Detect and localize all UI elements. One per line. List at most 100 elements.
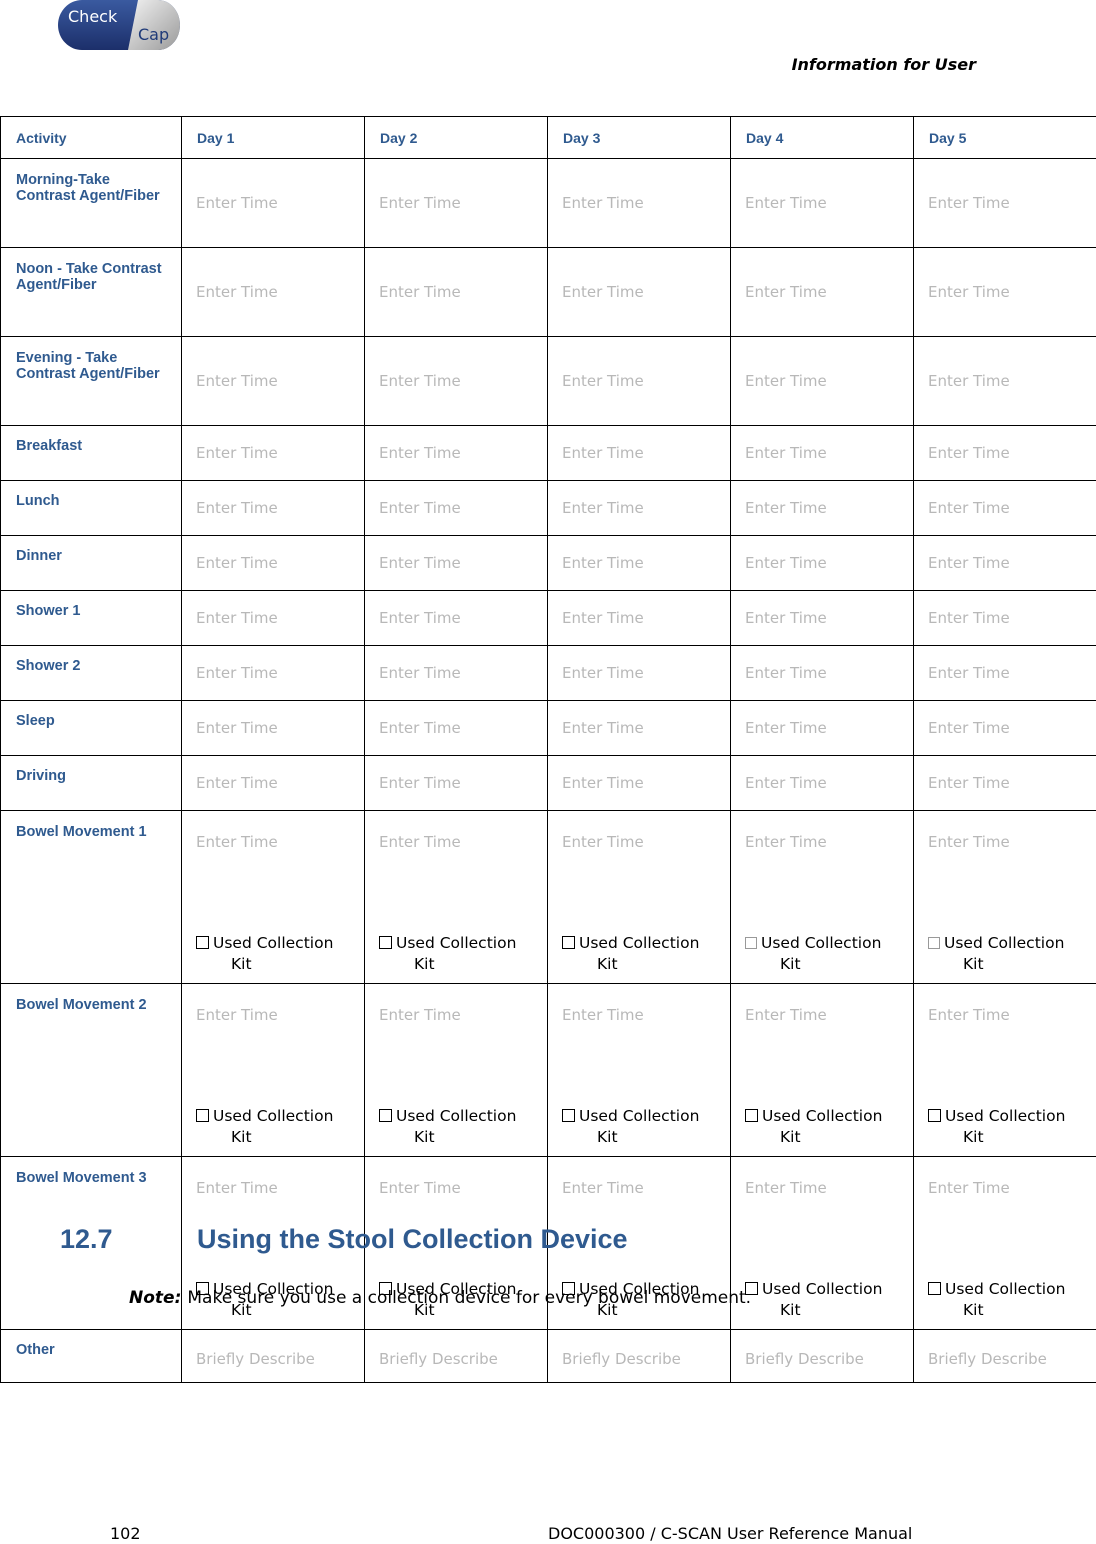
used-collection-kit-checkbox[interactable]: Used Collection Kit (745, 933, 881, 975)
time-field-day-5[interactable]: Enter Time Used Collection Kit (913, 810, 1096, 984)
checkbox-icon[interactable] (928, 937, 940, 949)
used-collection-kit-checkbox[interactable]: Used Collection Kit (196, 933, 333, 975)
time-field-day-2[interactable]: Enter Time (364, 158, 548, 248)
table-row: Morning-Take Contrast Agent/Fiber Enter T… (0, 158, 1096, 248)
used-collection-kit-checkbox[interactable]: Used Collection Kit (928, 933, 1064, 975)
time-field-day-4[interactable]: Enter Time Used Collection Kit (730, 1156, 914, 1330)
checkbox-icon[interactable] (196, 1109, 209, 1122)
table-row: Noon - Take Contrast Agent/Fiber Enter Ti… (0, 247, 1096, 337)
time-field-day-1[interactable]: Enter Time (181, 158, 365, 248)
time-field-day-1[interactable]: Enter Time (181, 535, 365, 591)
time-field-day-4[interactable]: Enter Time Used Collection Kit (730, 810, 914, 984)
used-collection-kit-checkbox[interactable]: Used Collection Kit (928, 1106, 1065, 1148)
time-field-day-5[interactable]: Enter Time (913, 158, 1096, 248)
used-collection-kit-checkbox[interactable]: Used Collection Kit (379, 1106, 516, 1148)
describe-placeholder: Briefly Describe (562, 1350, 681, 1368)
time-field-day-2[interactable]: Enter Time (364, 535, 548, 591)
time-placeholder: Enter Time (928, 1006, 1010, 1024)
time-field-day-5[interactable]: Enter Time (913, 700, 1096, 756)
describe-field-day-2[interactable]: Briefly Describe (364, 1329, 548, 1383)
running-header: Information for User (791, 55, 976, 74)
checkbox-icon[interactable] (562, 1109, 575, 1122)
time-field-day-3[interactable]: Enter Time (547, 158, 731, 248)
time-field-day-3[interactable]: Enter Time (547, 336, 731, 426)
time-field-day-5[interactable]: Enter Time Used Collection Kit (913, 1156, 1096, 1330)
time-field-day-1[interactable]: Enter Time Used Collection Kit (181, 810, 365, 984)
time-field-day-5[interactable]: Enter Time (913, 755, 1096, 811)
time-field-day-3[interactable]: Enter Time (547, 480, 731, 536)
column-header-day-2: Day 2 (364, 116, 548, 159)
time-field-day-4[interactable]: Enter Time (730, 590, 914, 646)
time-field-day-1[interactable]: Enter Time (181, 480, 365, 536)
time-field-day-3[interactable]: Enter Time (547, 755, 731, 811)
time-field-day-1[interactable]: Enter Time (181, 247, 365, 337)
describe-field-day-1[interactable]: Briefly Describe (181, 1329, 365, 1383)
time-field-day-4[interactable]: Enter Time (730, 425, 914, 481)
time-field-day-1[interactable]: Enter Time (181, 755, 365, 811)
time-field-day-4[interactable]: Enter Time Used Collection Kit (730, 983, 914, 1157)
time-field-day-5[interactable]: Enter Time (913, 336, 1096, 426)
time-field-day-1[interactable]: Enter Time (181, 590, 365, 646)
time-field-day-2[interactable]: Enter Time (364, 480, 548, 536)
used-collection-kit-checkbox[interactable]: Used Collection Kit (196, 1106, 333, 1148)
time-field-day-4[interactable]: Enter Time (730, 158, 914, 248)
checkbox-icon[interactable] (562, 936, 575, 949)
time-field-day-5[interactable]: Enter Time (913, 480, 1096, 536)
time-field-day-1[interactable]: Enter Time (181, 336, 365, 426)
time-field-day-2[interactable]: Enter Time (364, 590, 548, 646)
used-collection-kit-checkbox[interactable]: Used Collection Kit (928, 1279, 1065, 1321)
time-field-day-5[interactable]: Enter Time (913, 247, 1096, 337)
checkbox-icon[interactable] (379, 936, 392, 949)
time-field-day-3[interactable]: Enter Time (547, 590, 731, 646)
time-field-day-1[interactable]: Enter Time (181, 645, 365, 701)
time-field-day-2[interactable]: Enter Time (364, 336, 548, 426)
time-field-day-2[interactable]: Enter Time Used Collection Kit (364, 983, 548, 1157)
column-header-day-3: Day 3 (547, 116, 731, 159)
describe-field-day-4[interactable]: Briefly Describe (730, 1329, 914, 1383)
time-field-day-3[interactable]: Enter Time Used Collection Kit (547, 810, 731, 984)
used-collection-kit-checkbox[interactable]: Used Collection Kit (745, 1106, 882, 1148)
checkbox-icon[interactable] (196, 936, 209, 949)
time-field-day-4[interactable]: Enter Time (730, 480, 914, 536)
activity-label: Sleep (0, 700, 182, 756)
used-collection-kit-checkbox[interactable]: Used Collection Kit (562, 1106, 699, 1148)
time-field-day-5[interactable]: Enter Time (913, 590, 1096, 646)
time-field-day-3[interactable]: Enter Time (547, 535, 731, 591)
time-field-day-3[interactable]: Enter Time (547, 425, 731, 481)
time-field-day-5[interactable]: Enter Time (913, 535, 1096, 591)
time-field-day-1[interactable]: Enter Time (181, 700, 365, 756)
time-field-day-2[interactable]: Enter Time Used Collection Kit (364, 810, 548, 984)
time-field-day-2[interactable]: Enter Time (364, 700, 548, 756)
time-field-day-2[interactable]: Enter Time (364, 645, 548, 701)
checkbox-icon[interactable] (745, 1109, 758, 1122)
time-field-day-5[interactable]: Enter Time Used Collection Kit (913, 983, 1096, 1157)
time-field-day-4[interactable]: Enter Time (730, 336, 914, 426)
describe-field-day-5[interactable]: Briefly Describe (913, 1329, 1096, 1383)
time-field-day-2[interactable]: Enter Time (364, 425, 548, 481)
time-placeholder: Enter Time (562, 444, 644, 462)
time-field-day-1[interactable]: Enter Time (181, 425, 365, 481)
time-placeholder: Enter Time (562, 609, 644, 627)
checkbox-icon[interactable] (928, 1109, 941, 1122)
time-field-day-2[interactable]: Enter Time (364, 755, 548, 811)
time-field-day-3[interactable]: Enter Time (547, 700, 731, 756)
checkbox-icon[interactable] (379, 1109, 392, 1122)
time-field-day-2[interactable]: Enter Time (364, 247, 548, 337)
checkbox-icon[interactable] (745, 937, 757, 949)
time-field-day-4[interactable]: Enter Time (730, 247, 914, 337)
checkbox-icon[interactable] (928, 1282, 941, 1295)
time-field-day-4[interactable]: Enter Time (730, 645, 914, 701)
time-field-day-4[interactable]: Enter Time (730, 700, 914, 756)
used-collection-kit-checkbox[interactable]: Used Collection Kit (745, 1279, 882, 1321)
time-field-day-4[interactable]: Enter Time (730, 755, 914, 811)
time-field-day-3[interactable]: Enter Time (547, 645, 731, 701)
time-field-day-4[interactable]: Enter Time (730, 535, 914, 591)
time-field-day-1[interactable]: Enter Time Used Collection Kit (181, 983, 365, 1157)
time-field-day-5[interactable]: Enter Time (913, 425, 1096, 481)
used-collection-kit-checkbox[interactable]: Used Collection Kit (379, 933, 516, 975)
time-field-day-3[interactable]: Enter Time Used Collection Kit (547, 983, 731, 1157)
used-collection-kit-checkbox[interactable]: Used Collection Kit (562, 933, 699, 975)
time-field-day-3[interactable]: Enter Time (547, 247, 731, 337)
time-field-day-5[interactable]: Enter Time (913, 645, 1096, 701)
describe-field-day-3[interactable]: Briefly Describe (547, 1329, 731, 1383)
